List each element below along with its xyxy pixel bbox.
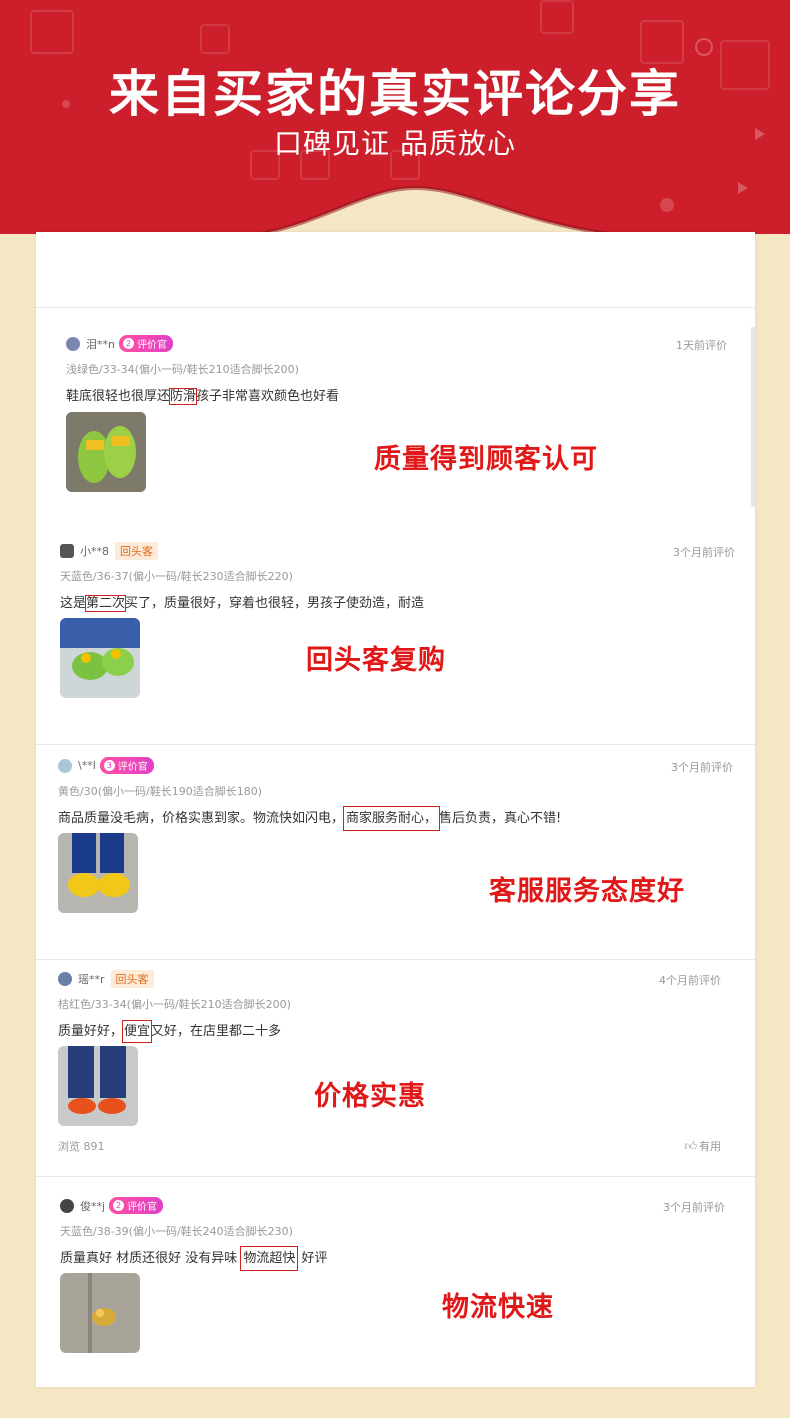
reviewer-badge: 回头客 — [115, 542, 158, 560]
decor-square — [200, 24, 230, 54]
review-text-before: 质量真好 材质还很好 没有异味 — [60, 1251, 242, 1266]
username: \**l — [78, 759, 96, 772]
avatar — [58, 972, 72, 986]
review-photo[interactable] — [60, 618, 140, 698]
banner-wave — [0, 185, 790, 234]
product-spec: 黄色/30(偏小一码/鞋长190适合脚长180) — [58, 785, 262, 798]
divider — [36, 307, 755, 308]
slipper-image — [60, 1273, 140, 1353]
username: 俊**j — [80, 1199, 106, 1213]
review-user: 泪**n 2 评价官 — [66, 335, 173, 352]
review-text-before: 这是 — [60, 596, 87, 611]
callout-service: 客服服务态度好 — [489, 876, 685, 907]
review-time: 3个月前评价 — [671, 761, 733, 774]
useful-button[interactable]: 👍︎ 有用 — [684, 1138, 721, 1154]
review-user: 瑶**r 回头客 — [58, 970, 154, 988]
product-spec: 浅绿色/33-34(偏小一码/鞋长210适合脚长200) — [66, 363, 299, 376]
review-item: \**l 3 评价官 3个月前评价 黄色/30(偏小一码/鞋长190适合脚长180… — [36, 747, 755, 957]
reviewer-badge: 2 评价官 — [109, 1197, 164, 1214]
avatar — [58, 758, 72, 773]
avatar — [66, 336, 80, 351]
review-item: 瑶**r 回头客 4个月前评价 桔红色/33-34(偏小一码/鞋长210适合脚长… — [36, 962, 755, 1177]
badge-label: 评价官 — [117, 762, 148, 773]
decor-square — [30, 10, 74, 54]
header-banner: 来自买家的真实评论分享 口碑见证 品质放心 — [0, 0, 790, 234]
badge-level: 3 — [103, 760, 115, 771]
review-text: 鞋底很轻也很厚还防滑孩子非常喜欢颜色也好看 — [66, 385, 340, 405]
product-spec: 天蓝色/38-39(偏小一码/鞋长240适合脚长230) — [60, 1225, 293, 1238]
review-photo[interactable] — [66, 412, 146, 492]
review-time: 3个月前评价 — [673, 546, 735, 559]
review-text-before: 商品质量没毛病，价格实惠到家。物流快如闪电， — [58, 811, 345, 826]
review-item: 俊**j 2 评价官 3个月前评价 天蓝色/38-39(偏小一码/鞋长240适合脚… — [36, 1187, 755, 1377]
badge-label: 评价官 — [136, 340, 167, 351]
review-text: 这是第二次买了，质量很好，穿着也很轻，男孩子使劲造，耐造 — [60, 592, 425, 612]
decor-square — [540, 0, 574, 34]
review-highlight: 物流超快 — [240, 1246, 299, 1271]
thumbs-up-icon: 👍︎ — [684, 1138, 697, 1153]
review-text: 质量好好，便宜又好，在店里都二十多 — [58, 1020, 282, 1043]
slipper-image — [58, 1046, 138, 1126]
review-text-after: 又好，在店里都二十多 — [151, 1024, 282, 1039]
review-user: \**l 3 评价官 — [58, 757, 154, 774]
review-photo[interactable] — [58, 1046, 138, 1126]
slipper-image — [58, 833, 138, 913]
review-text-after: 好评 — [297, 1251, 328, 1266]
divider — [36, 959, 755, 960]
banner-title: 来自买家的真实评论分享 — [109, 65, 681, 123]
badge-label: 评价官 — [127, 1202, 158, 1213]
product-spec: 天蓝色/36-37(偏小一码/鞋长230适合脚长220) — [60, 570, 293, 583]
reviews-card: 泪**n 2 评价官 1天前评价 浅绿色/33-34(偏小一码/鞋长210适合脚长… — [36, 232, 755, 1387]
review-item: 泪**n 2 评价官 1天前评价 浅绿色/33-34(偏小一码/鞋长210适合脚长… — [36, 327, 755, 507]
review-text: 质量真好 材质还很好 没有异味 物流超快 好评 — [60, 1246, 328, 1271]
slipper-image — [66, 412, 146, 492]
review-user: 俊**j 2 评价官 — [60, 1197, 164, 1214]
divider — [36, 744, 755, 745]
review-text-before: 质量好好， — [58, 1024, 124, 1039]
review-highlight: 便宜 — [122, 1020, 153, 1043]
reviewer-badge: 回头客 — [110, 970, 154, 988]
callout-logistics: 物流快速 — [442, 1292, 554, 1323]
review-time: 3个月前评价 — [663, 1201, 725, 1214]
review-highlight: 防滑 — [169, 388, 198, 405]
badge-level: 2 — [122, 338, 134, 349]
review-time: 4个月前评价 — [659, 974, 721, 987]
review-text-before: 鞋底很轻也很厚还 — [66, 389, 171, 404]
review-time: 1天前评价 — [676, 339, 727, 352]
reviewer-badge: 3 评价官 — [99, 757, 154, 774]
divider — [36, 1176, 755, 1177]
review-text-after: 孩子非常喜欢颜色也好看 — [196, 389, 340, 404]
callout-quality: 质量得到顾客认可 — [374, 444, 598, 475]
avatar — [60, 1198, 74, 1213]
review-highlight: 商家服务耐心， — [343, 806, 441, 831]
review-user: 小**8 回头客 — [60, 542, 158, 560]
review-photo[interactable] — [60, 1273, 140, 1353]
username: 小**8 — [80, 545, 109, 558]
avatar — [60, 544, 74, 558]
reviewer-badge: 2 评价官 — [118, 335, 173, 352]
review-photo[interactable] — [58, 833, 138, 913]
callout-repurchase: 回头客复购 — [306, 645, 446, 676]
slipper-image — [60, 618, 140, 698]
banner-subtitle: 口碑见证 品质放心 — [274, 127, 516, 160]
badge-level: 2 — [113, 1200, 125, 1211]
useful-label: 有用 — [699, 1140, 721, 1153]
username: 泪**n — [86, 337, 115, 351]
product-spec: 桔红色/33-34(偏小一码/鞋长210适合脚长200) — [58, 998, 291, 1011]
review-text-after: 售后负责，真心不错! — [439, 811, 562, 826]
review-text-after: 买了，质量很好，穿着也很轻，男孩子使劲造，耐造 — [125, 596, 425, 611]
view-count: 浏览 891 — [58, 1140, 105, 1153]
callout-price: 价格实惠 — [314, 1081, 426, 1112]
username: 瑶**r — [78, 973, 105, 986]
review-text: 商品质量没毛病，价格实惠到家。物流快如闪电， 商家服务耐心， 售后负责，真心不错! — [58, 806, 562, 831]
review-item: 小**8 回头客 3个月前评价 天蓝色/36-37(偏小一码/鞋长230适合脚长… — [36, 532, 755, 732]
review-highlight: 第二次 — [85, 595, 127, 612]
